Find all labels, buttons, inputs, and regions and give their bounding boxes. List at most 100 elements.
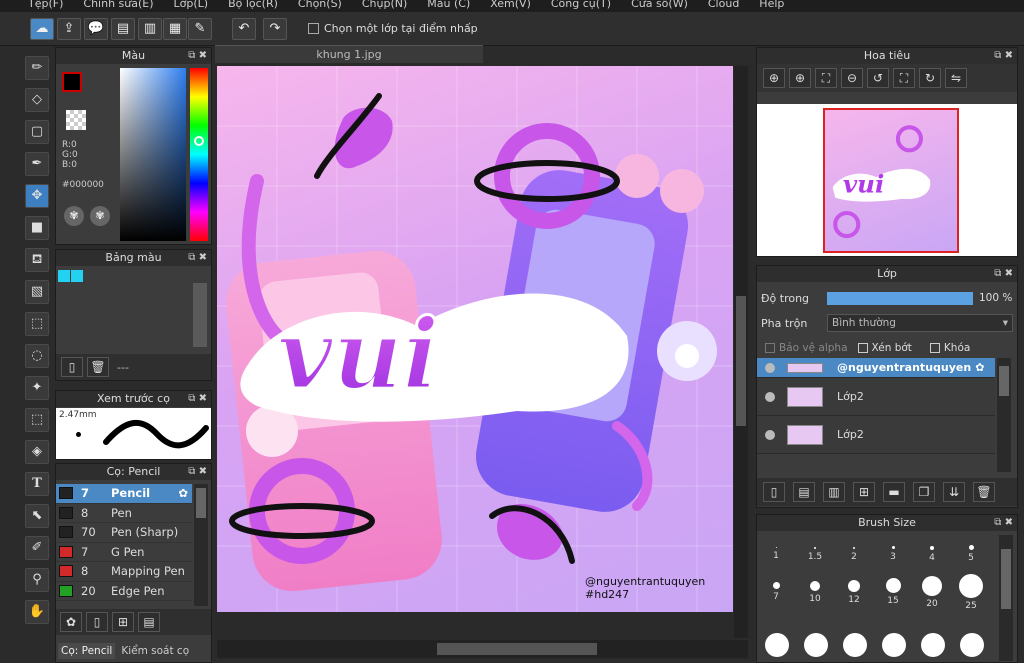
- duplicate-layer-icon[interactable]: ❐: [913, 482, 935, 502]
- tab-brush[interactable]: Cọ: Pencil: [58, 643, 116, 659]
- select-layer-checkbox[interactable]: [308, 23, 319, 34]
- brush-size-option[interactable]: 3: [874, 535, 912, 573]
- cloud-icon[interactable]: ☁: [30, 18, 54, 40]
- brush-size-dot[interactable]: [765, 633, 789, 657]
- navigator-view[interactable]: vui: [757, 104, 1017, 256]
- select-tool-icon[interactable]: ⬚: [25, 312, 49, 336]
- undo-icon[interactable]: ↶: [232, 18, 256, 40]
- eye-icon[interactable]: [765, 429, 775, 440]
- merge-layer-icon[interactable]: ⇊: [943, 482, 965, 502]
- speech-bubble-icon[interactable]: 💬: [84, 18, 108, 40]
- divide-tool-icon[interactable]: ✐: [25, 536, 49, 560]
- panel-layout-icon[interactable]: ▦: [163, 18, 187, 40]
- layer-list-scrollbar[interactable]: [997, 358, 1011, 472]
- brush-tool-icon[interactable]: ✏: [25, 56, 49, 80]
- brush-size-option[interactable]: 10: [796, 573, 834, 611]
- palette-icon[interactable]: ✾: [64, 206, 84, 226]
- brush-item-mapping-pen[interactable]: 8 Mapping Pen: [56, 562, 192, 582]
- blend-mode-select[interactable]: Bình thường ▾: [827, 314, 1013, 332]
- brush-item-g-pen[interactable]: 7 G Pen: [56, 543, 192, 562]
- eye-icon[interactable]: [765, 362, 775, 373]
- hue-slider[interactable]: [190, 68, 208, 241]
- canvas-vertical-scrollbar[interactable]: [734, 66, 748, 638]
- brush-add-menu-icon[interactable]: ⊞: [112, 612, 134, 632]
- add-layer-menu-icon[interactable]: ⊞: [853, 482, 875, 502]
- panel-close-icon[interactable]: ⧉ ✖: [994, 515, 1013, 531]
- hue-handle[interactable]: [194, 136, 204, 146]
- menu-cloud[interactable]: Cloud: [708, 0, 739, 12]
- panel-close-icon[interactable]: ⧉ ✖: [188, 464, 207, 480]
- brush-size-dot[interactable]: [960, 633, 984, 657]
- rotate-right-icon[interactable]: ↻: [919, 68, 941, 88]
- bucket-tool-icon[interactable]: ⛾: [25, 248, 49, 272]
- zoom-in-icon[interactable]: ⊕: [789, 68, 811, 88]
- brush-item-pen[interactable]: 8 Pen: [56, 504, 192, 523]
- menu-file[interactable]: Tệp(F): [28, 0, 63, 12]
- brush-size-option[interactable]: 2: [835, 535, 873, 573]
- lasso-tool-icon[interactable]: ◌: [25, 344, 49, 368]
- flip-icon[interactable]: ⇋: [945, 68, 967, 88]
- select-pen-tool-icon[interactable]: ⬚: [25, 408, 49, 432]
- fit-window-icon[interactable]: ⛶: [815, 68, 837, 88]
- transparent-swatch[interactable]: [66, 110, 86, 130]
- eraser-tool-icon[interactable]: ◇: [25, 88, 49, 112]
- panel-close-icon[interactable]: ⧉ ✖: [994, 266, 1013, 282]
- brush-size-dot[interactable]: [921, 633, 945, 657]
- panel-close-icon[interactable]: ⧉ ✖: [188, 391, 207, 407]
- brush-size-option[interactable]: 5: [952, 535, 990, 573]
- brush-size-option[interactable]: 4: [913, 535, 951, 573]
- delete-palette-icon[interactable]: 🗑: [87, 357, 109, 377]
- color-settings-icon[interactable]: ✾: [90, 206, 110, 226]
- new-brush-icon[interactable]: ▯: [86, 612, 108, 632]
- operation-tool-icon[interactable]: ⬉: [25, 504, 49, 528]
- new-layer-1bit-icon[interactable]: ▥: [823, 482, 845, 502]
- palette-swatch[interactable]: [58, 270, 70, 282]
- clipping-checkbox[interactable]: Xén bớt: [857, 342, 912, 354]
- brush-settings-icon[interactable]: ✿: [60, 612, 82, 632]
- menu-window[interactable]: Cửa sổ(W): [631, 0, 688, 12]
- foreground-color-swatch[interactable]: [62, 72, 82, 92]
- select-eraser-tool-icon[interactable]: ◈: [25, 440, 49, 464]
- artwork-canvas[interactable]: vui @nguyentrantuquyen #hd247: [217, 66, 733, 612]
- palette-swatch[interactable]: [71, 270, 83, 282]
- brush-size-option[interactable]: 1.5: [796, 535, 834, 573]
- new-layer-8bit-icon[interactable]: ▤: [793, 482, 815, 502]
- reset-view-icon[interactable]: ⛶: [893, 68, 915, 88]
- brush-size-scrollbar[interactable]: [999, 535, 1013, 661]
- new-folder-icon[interactable]: ▬: [883, 482, 905, 502]
- brush-size-option[interactable]: 7: [757, 573, 795, 611]
- brush-size-option[interactable]: 12: [835, 573, 873, 611]
- brush-list-scrollbar[interactable]: [194, 484, 208, 606]
- zoom-fit-icon[interactable]: ⊕: [763, 68, 785, 88]
- brush-size-dot[interactable]: [882, 633, 906, 657]
- magic-wand-tool-icon[interactable]: ✦: [25, 376, 49, 400]
- brush-item-pencil[interactable]: 7 Pencil ✿: [56, 484, 192, 504]
- brush-size-option[interactable]: 20: [913, 573, 951, 611]
- menu-layer[interactable]: Lớp(L): [174, 0, 209, 12]
- fill-rect-tool-icon[interactable]: ■: [25, 216, 49, 240]
- delete-layer-icon[interactable]: 🗑: [973, 482, 995, 502]
- panel-close-icon[interactable]: ⧉ ✖: [994, 48, 1013, 64]
- layer-item-2b[interactable]: Lớp2: [757, 416, 995, 454]
- eye-icon[interactable]: [765, 391, 775, 402]
- layer-item-2a[interactable]: Lớp2: [757, 378, 995, 416]
- gradient-tool-icon[interactable]: ▧: [25, 280, 49, 304]
- opacity-slider[interactable]: [827, 292, 973, 305]
- menu-filter[interactable]: Bộ lọc(R): [228, 0, 278, 12]
- edit-doc-icon[interactable]: ✎: [188, 18, 212, 40]
- canvas-tab[interactable]: khung 1.jpg: [215, 45, 483, 63]
- share-icon[interactable]: ⇪: [57, 18, 81, 40]
- panel-close-icon[interactable]: ⧉ ✖: [188, 250, 207, 266]
- saturation-value-picker[interactable]: [120, 68, 186, 241]
- panel-close-icon[interactable]: ⧉ ✖: [188, 48, 207, 64]
- rect-select-tool-icon[interactable]: ▢: [25, 120, 49, 144]
- menu-color[interactable]: Màu (C): [427, 0, 470, 12]
- brush-size-option[interactable]: 25: [952, 573, 990, 611]
- brush-size-option[interactable]: 15: [874, 573, 912, 611]
- menu-select[interactable]: Chọn(S): [298, 0, 342, 12]
- menu-edit[interactable]: Chỉnh sửa(E): [83, 0, 153, 12]
- move-tool-icon[interactable]: ✥: [25, 184, 49, 208]
- brush-size-dot[interactable]: [843, 633, 867, 657]
- navigator-viewport[interactable]: vui: [823, 108, 959, 253]
- brush-size-option[interactable]: 1: [757, 535, 795, 573]
